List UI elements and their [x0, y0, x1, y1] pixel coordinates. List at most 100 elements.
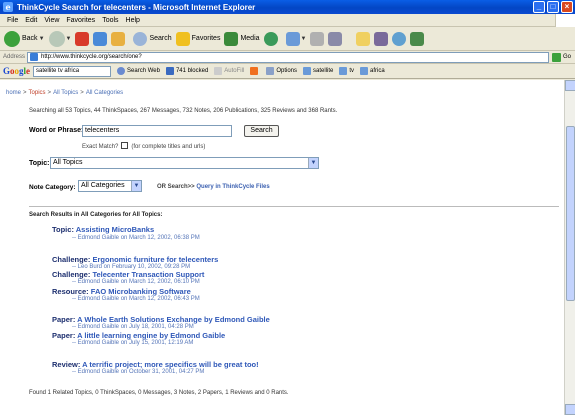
- chevron-down-icon: ▼: [38, 35, 45, 42]
- chevron-down-icon: ▼: [131, 181, 141, 191]
- folder-button[interactable]: [356, 31, 371, 46]
- scroll-down-button[interactable]: [565, 404, 575, 415]
- search-web-button[interactable]: Search Web: [117, 67, 160, 75]
- chevron-down-icon: ▼: [308, 158, 318, 168]
- forward-button[interactable]: ▼: [48, 30, 72, 47]
- term-tv-button[interactable]: tv: [339, 67, 354, 75]
- breadcrumb-home[interactable]: home: [6, 90, 21, 96]
- google-logo: Google: [3, 66, 31, 76]
- home-button[interactable]: [111, 31, 126, 46]
- result-link[interactable]: FAO Microbanking Software: [91, 287, 191, 296]
- result-link[interactable]: A terrific project; more specifics will …: [82, 360, 258, 369]
- google-search-input[interactable]: satellite tv africa: [33, 65, 112, 77]
- vertical-scrollbar[interactable]: [564, 80, 575, 415]
- favorites-button[interactable]: Favorites: [175, 31, 220, 46]
- exact-match-row: Exact Match? (for complete titles and url…: [82, 142, 206, 150]
- result-meta: -- Edmond Gaible on July 18, 2001, 04:28…: [72, 324, 194, 330]
- maximize-button[interactable]: □: [547, 1, 559, 13]
- google-toolbar: Google satellite tv africa Search Web 74…: [0, 64, 575, 79]
- scroll-thumb[interactable]: [566, 126, 575, 301]
- go-arrow-icon: [552, 52, 561, 62]
- breadcrumb-topics[interactable]: Topics: [29, 90, 46, 96]
- close-button[interactable]: ×: [561, 1, 573, 13]
- go-button[interactable]: Go: [552, 52, 571, 62]
- address-input[interactable]: http://www.thinkcycle.org/search/one?: [27, 51, 549, 63]
- term-satellite-button[interactable]: satellite: [303, 67, 333, 75]
- messenger-button[interactable]: [392, 31, 407, 46]
- divider: [29, 206, 559, 207]
- refresh-icon: [93, 31, 108, 46]
- options-icon: [266, 67, 275, 75]
- menu-view[interactable]: View: [44, 17, 59, 24]
- results-heading: Search Results in All Categories for All…: [29, 212, 163, 218]
- windows-logo-icon: [555, 14, 575, 27]
- result-meta: -- Edmond Gaible on July 15, 2001, 12:19…: [72, 340, 194, 346]
- home-icon: [111, 31, 126, 46]
- back-arrow-icon: [4, 30, 20, 47]
- chevron-down-icon: ▼: [65, 35, 72, 42]
- address-label: Address: [3, 54, 26, 60]
- result-title: Review: A terrific project; more specifi…: [52, 360, 259, 369]
- word-phrase-input[interactable]: telecenters: [82, 125, 232, 137]
- window-title: ThinkCycle Search for telecenters - Micr…: [17, 2, 256, 12]
- result-link[interactable]: Ergonomic furniture for telecenters: [92, 255, 218, 264]
- options-button[interactable]: Options: [266, 67, 297, 75]
- history-icon: [263, 31, 278, 46]
- forward-arrow-icon: [48, 30, 65, 47]
- highlight-icon: [303, 67, 311, 75]
- blogger-button[interactable]: [250, 67, 260, 75]
- menu-file[interactable]: File: [7, 17, 18, 24]
- popup-blocker-button[interactable]: 741 blocked: [165, 67, 208, 75]
- result-link[interactable]: A Whole Earth Solutions Exchange by Edmo…: [77, 315, 270, 324]
- popup-blocker-icon: [165, 67, 174, 75]
- term-africa-button[interactable]: africa: [360, 67, 385, 75]
- search-icon: [133, 31, 148, 46]
- autofill-button[interactable]: AutoFill: [214, 67, 244, 75]
- toolbar: Back ▼ ▼ Search Favorites Media ▼: [0, 27, 575, 51]
- minimize-button[interactable]: _: [533, 1, 545, 13]
- result-link[interactable]: Telecenter Transaction Support: [92, 270, 204, 279]
- query-files-link[interactable]: Query in ThinkCycle Files: [196, 184, 269, 190]
- menu-favorites[interactable]: Favorites: [66, 17, 95, 24]
- breadcrumb-all-categories[interactable]: All Categories: [86, 90, 123, 96]
- search-submit-button[interactable]: Search: [244, 125, 279, 137]
- result-title: Resource: FAO Microbanking Software: [52, 287, 191, 296]
- discuss-button[interactable]: [410, 31, 425, 46]
- back-button[interactable]: Back ▼: [4, 30, 45, 47]
- breadcrumb: home > Topics > All Topics > All Categories: [6, 90, 124, 96]
- autofill-icon: [214, 67, 223, 75]
- result-link[interactable]: Assisting MicroBanks: [76, 225, 154, 234]
- mail-button[interactable]: ▼: [285, 31, 307, 46]
- edit-button[interactable]: [328, 31, 343, 46]
- stop-button[interactable]: [75, 31, 90, 46]
- history-button[interactable]: [263, 31, 278, 46]
- scroll-up-button[interactable]: [565, 80, 575, 91]
- result-meta: -- Edmond Gaible on March 12, 2002, 06:3…: [72, 235, 200, 241]
- search-icon: [117, 67, 126, 75]
- address-bar: Address http://www.thinkcycle.org/search…: [0, 51, 575, 64]
- print-button[interactable]: [310, 31, 325, 46]
- menu-edit[interactable]: Edit: [25, 17, 37, 24]
- breadcrumb-all-topics[interactable]: All Topics: [53, 90, 78, 96]
- highlight-icon: [360, 67, 369, 75]
- exact-match-checkbox[interactable]: [121, 142, 129, 149]
- chevron-down-icon: ▼: [300, 35, 307, 42]
- title-bar: e ThinkCycle Search for telecenters - Mi…: [0, 0, 575, 14]
- note-category-select[interactable]: All Categories ▼: [78, 180, 142, 192]
- ie-logo-icon: e: [3, 2, 13, 12]
- menu-bar: File Edit View Favorites Tools Help: [0, 14, 575, 27]
- refresh-button[interactable]: [93, 31, 108, 46]
- topic-select[interactable]: All Topics ▼: [50, 157, 319, 169]
- research-icon: [374, 31, 389, 46]
- folder-icon: [356, 31, 371, 46]
- menu-help[interactable]: Help: [126, 17, 140, 24]
- note-category-label: Note Category:: [29, 184, 76, 191]
- blogger-icon: [250, 67, 259, 75]
- result-link[interactable]: A little learning engine by Edmond Gaibl…: [77, 331, 225, 340]
- star-icon: [175, 31, 190, 46]
- media-icon: [224, 31, 239, 46]
- research-button[interactable]: [374, 31, 389, 46]
- media-button[interactable]: Media: [224, 31, 260, 46]
- search-button[interactable]: Search: [133, 31, 172, 46]
- menu-tools[interactable]: Tools: [102, 17, 118, 24]
